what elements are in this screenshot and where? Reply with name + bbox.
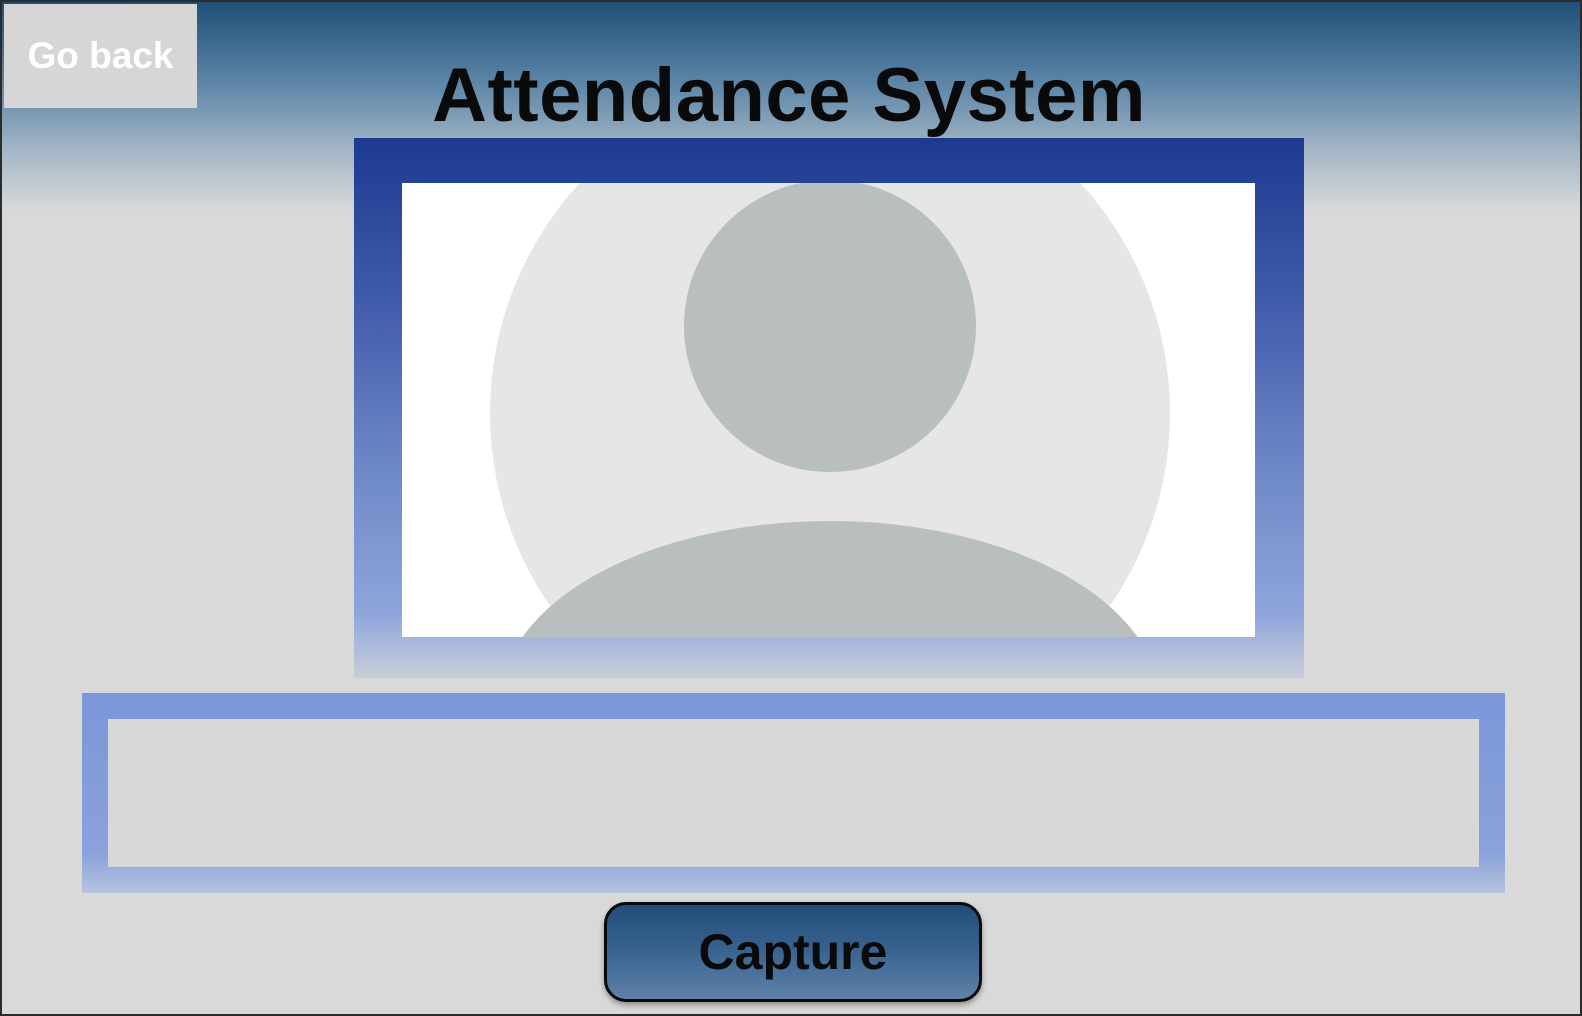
user-avatar-icon [402,183,1255,637]
app-window: Go back Attendance System Capture [0,0,1582,1016]
page-title: Attendance System [2,52,1580,139]
result-display [108,719,1479,867]
camera-frame [354,138,1304,678]
camera-view [402,183,1255,637]
result-frame [82,693,1505,893]
capture-button[interactable]: Capture [604,902,982,1002]
page-title-text: Attendance System [432,53,1146,138]
